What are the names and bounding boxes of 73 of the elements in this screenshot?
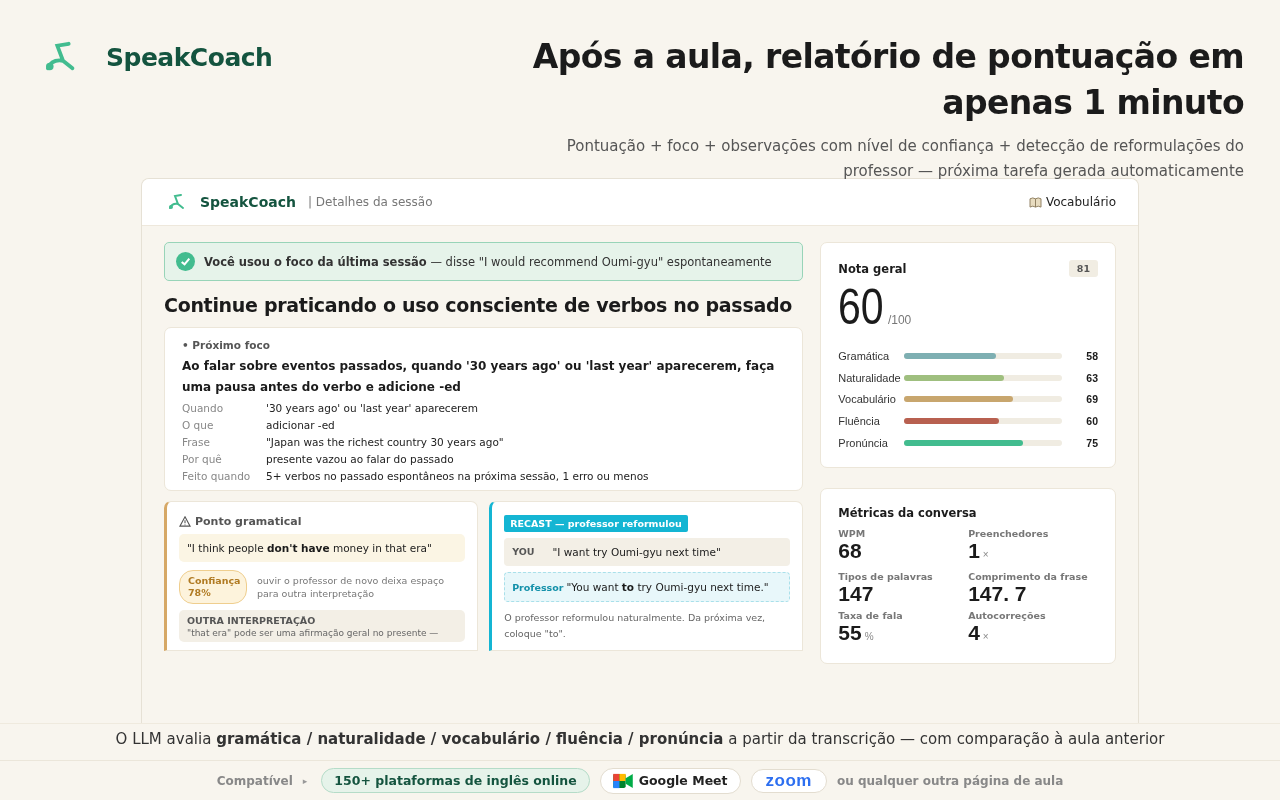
row-value: "Japan was the richest country 30 years ago" xyxy=(266,436,505,448)
recast-badge: RECAST — professor reformulou xyxy=(504,515,688,532)
hero-subtitle: Pontuação + foco + observações com nível de confiança + detecção de reformulações do professor — próxima tarefa gerada automaticamente xyxy=(565,136,1244,182)
confidence-note: ouvir o professor de novo deixa espaço para outra interpretação xyxy=(257,574,446,600)
metric-label: Taxa de fala xyxy=(838,610,904,622)
speaker-label: YOU xyxy=(512,546,535,558)
skill-label: Pronúncia xyxy=(838,436,889,449)
skill-score: 63 xyxy=(1086,371,1098,384)
metric-value: 147 xyxy=(838,582,874,606)
row-value: adicionar -ed xyxy=(266,419,336,431)
other-text: ou qualquer outra página de aula xyxy=(836,773,1064,788)
meet-label: Google Meet xyxy=(638,773,728,788)
row-label: Frase xyxy=(182,436,211,448)
app-brand: SpeakCoach xyxy=(200,194,296,210)
skill-score: 60 xyxy=(1086,414,1098,427)
metric-unit: × xyxy=(982,549,989,561)
metric-label: Autocorreções xyxy=(968,610,1047,622)
check-icon xyxy=(176,252,195,271)
metric-label: Comprimento da frase xyxy=(968,571,1089,583)
quote-box: "I think people don't have money in that era" xyxy=(179,534,466,562)
banner-text: Você usou o foco da última sessão — disse "I would recommend Oumi-gyu" espontaneamente xyxy=(204,254,772,269)
metric-value: 1 xyxy=(968,539,980,563)
brand-name: SpeakCoach xyxy=(106,42,273,72)
teacher-quote: "You want to try Oumi-gyu next time." xyxy=(566,581,769,593)
compat-label: Compatível xyxy=(216,773,293,788)
hero-title: Após a aula, relatório de pontuação em apenas 1 minuto xyxy=(531,36,1244,124)
overall-score: 60 xyxy=(838,279,884,335)
skill-label: Fluência xyxy=(838,414,881,427)
summary-text: O LLM avalia gramática / naturalidade / vocabulário / fluência / pronúncia a partir da transcrição — com comparação à aula anterior xyxy=(114,729,1166,750)
row-value: '30 years ago' ou 'last year' aparecerem xyxy=(266,402,479,414)
metric-value: 55 xyxy=(838,621,862,645)
focus-tag: • Próximo foco xyxy=(182,339,786,351)
score-max: /100 xyxy=(887,313,912,327)
metric-unit: % xyxy=(864,631,874,643)
focus-title: Ao falar sobre eventos passados, quando '30 years ago' ou 'last year' aparecerem, faça uma pausa antes do verbo e adicione -ed xyxy=(182,358,776,396)
video-camera-icon xyxy=(612,772,633,789)
recast-note: O professor reformulou naturalmente. Da próxima vez, coloque "to". xyxy=(504,611,767,641)
page-section: | Detalhes da sessão xyxy=(307,195,433,209)
skill-label: Naturalidade xyxy=(838,371,902,384)
metric-value: 68 xyxy=(838,539,862,563)
score-title: Nota geral xyxy=(838,261,907,276)
row-value: presente vazou ao falar do passado xyxy=(266,453,455,465)
metric-label: Preenchedores xyxy=(968,528,1050,540)
metric-label: Tipos de palavras xyxy=(838,571,934,583)
alt-text: "that era" pode ser uma afirmação geral no presente — xyxy=(187,628,440,638)
metric-value: 4 xyxy=(968,621,980,645)
focus-heading: Continue praticando o uso consciente de verbos no passado xyxy=(164,293,793,318)
alt-title: OUTRA INTERPRETAÇÃO xyxy=(187,615,317,626)
row-value: 5+ verbos no passado espontâneos na próxima sessão, 1 erro ou menos xyxy=(266,470,650,482)
skill-score: 75 xyxy=(1086,436,1098,449)
speaker-label: Professor xyxy=(512,582,564,593)
row-label: Feito quando xyxy=(182,470,252,482)
score-badge: 81 xyxy=(1068,260,1098,277)
row-label: O que xyxy=(182,419,215,431)
metric-value: 147. 7 xyxy=(968,582,1027,606)
metric-unit: × xyxy=(982,631,989,643)
caret-icon: ▸ xyxy=(302,775,308,786)
platforms-chip: 150+ plataformas de inglês online xyxy=(321,768,590,793)
skill-score: 58 xyxy=(1086,349,1098,362)
confidence-pill: Confiança 78% xyxy=(179,570,247,604)
row-label: Quando xyxy=(182,402,225,414)
metric-label: WPM xyxy=(838,528,867,540)
row-label: Por quê xyxy=(182,453,223,465)
warning-icon xyxy=(179,516,191,527)
skill-label: Gramática xyxy=(838,349,891,362)
book-icon xyxy=(1028,196,1042,208)
zoom-chip: zoom xyxy=(750,768,827,793)
student-quote: "I want try Oumi-gyu next time" xyxy=(552,546,721,558)
skill-score: 69 xyxy=(1086,393,1098,406)
metrics-title: Métricas da conversa xyxy=(838,506,978,521)
skill-label: Vocabulário xyxy=(838,393,897,406)
grammar-title: Ponto gramatical xyxy=(195,515,302,528)
vocabulary-link[interactable]: Vocabulário xyxy=(1028,195,1116,209)
